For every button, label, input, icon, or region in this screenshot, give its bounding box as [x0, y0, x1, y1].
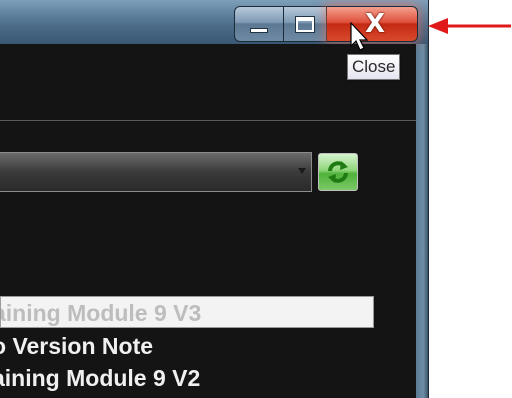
minimize-button[interactable]: [234, 6, 284, 42]
maximize-icon: [295, 15, 315, 33]
red-arrow-annotation: [428, 18, 511, 34]
list-item-label: aining Module 9 V2: [0, 365, 201, 391]
refresh-icon: [328, 161, 348, 183]
version-list: aining Module 9 V3 o Version Note aining…: [0, 294, 374, 398]
list-item[interactable]: o Version Note: [0, 330, 374, 362]
mouse-cursor-icon: [350, 22, 369, 51]
caption-buttons: X: [234, 6, 418, 42]
list-item-label: o Version Note: [0, 333, 154, 359]
maximize-button[interactable]: [284, 6, 327, 42]
list-item[interactable]: aining Module 9 V2: [0, 362, 374, 394]
divider: [0, 120, 416, 121]
list-item[interactable]: aining Module 9 V3: [0, 296, 374, 328]
close-tooltip: Close: [347, 54, 401, 80]
window-right-border: [416, 0, 429, 398]
close-button[interactable]: X: [327, 6, 418, 42]
list-item-label: aining Module 9 V3: [0, 300, 202, 326]
refresh-button[interactable]: [318, 153, 358, 191]
minimize-icon: [250, 27, 268, 33]
chevron-down-icon: [298, 168, 306, 174]
module-dropdown[interactable]: [0, 152, 312, 192]
